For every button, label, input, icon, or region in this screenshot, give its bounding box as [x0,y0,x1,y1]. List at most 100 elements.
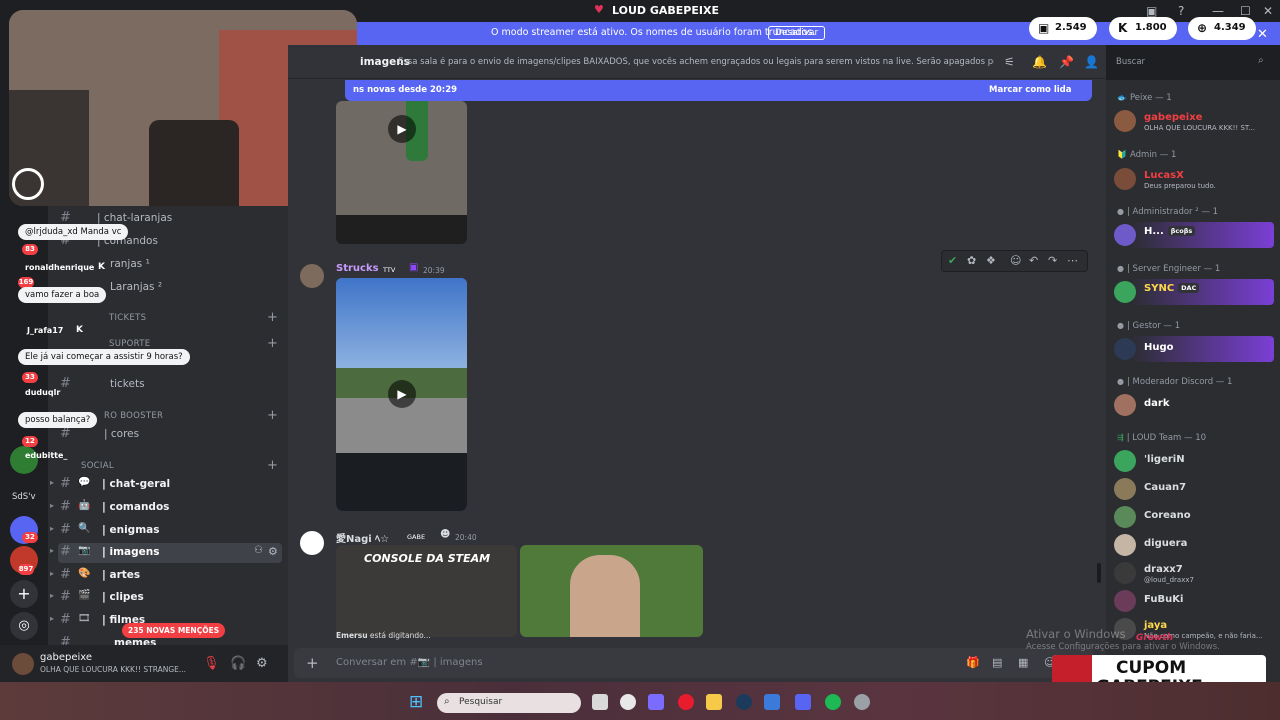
channel-topic[interactable]: Essa sala é para o envio de imagens/clip… [398,57,994,67]
headphones-icon[interactable]: 🎧 [230,656,246,671]
category-tickets[interactable]: TICKETS [109,313,146,323]
member-item[interactable]: draxx7 @loud_draxx7 [1114,560,1274,586]
avatar [1114,224,1136,246]
kick-icon: K [1118,21,1128,35]
task-view-icon[interactable] [592,694,608,710]
reaction-icon[interactable]: ❖ [986,254,996,267]
member-item[interactable]: dark [1114,392,1274,418]
new-mentions-badge[interactable]: 235 NOVAS MENÇÕES [122,623,226,638]
category-booster[interactable]: RO BOOSTER [104,411,163,421]
app-icon[interactable] [854,694,870,710]
channel-enigmas[interactable]: ▸ # 🔍 | enigmas [50,521,282,541]
stat-pill-2[interactable]: K 1.800 [1109,17,1177,40]
add-server-icon[interactable]: + [10,580,38,608]
scrollbar[interactable] [1097,563,1101,583]
store-icon[interactable] [764,694,780,710]
settings-gear-icon[interactable]: ⚙ [256,656,268,671]
promo-line-1: CUPOM [1116,658,1187,678]
member-item[interactable]: 'ligeriN [1114,448,1274,474]
sticker-icon[interactable]: ▦ [1018,656,1028,669]
stat-pill-3[interactable]: ⊕ 4.349 [1188,17,1256,40]
member-item[interactable]: H... βcoβs [1114,222,1274,248]
member-item[interactable]: Hugo [1114,336,1274,362]
add-reaction-icon[interactable]: ☺ [1010,254,1021,267]
channel-clipes[interactable]: ▸ # 🎬 | clipes [50,588,282,608]
minimize-icon[interactable]: — [1212,4,1224,18]
member-item[interactable]: Coreano [1114,504,1274,530]
video-attachment[interactable]: CONSOLE DA STEAM [336,545,517,637]
taskbar-search-input[interactable]: ⌕ Pesquisar [437,693,581,713]
add-member-icon[interactable]: ⚇ [254,545,263,556]
close-window-icon[interactable]: ✕ [1263,4,1273,18]
close-overlay-icon[interactable]: ✕ [1257,27,1268,42]
category-suporte[interactable]: SUPORTE [109,339,150,349]
add-channel-icon[interactable]: + [267,310,278,325]
member-item[interactable]: LucasX Deus preparou tudo. [1114,166,1274,192]
stat-pill-1[interactable]: ▣ 2.549 [1029,17,1097,40]
explore-icon[interactable]: ◎ [10,612,38,640]
channel-comandos[interactable]: ▸ # 🤖 | comandos [50,498,282,518]
unread-badge: 33 [22,372,38,383]
disable-streamer-button[interactable]: Desativar [768,26,826,40]
video-attachment[interactable]: ▶ [336,278,467,511]
spotify-icon[interactable] [825,694,841,710]
message-author[interactable]: Strucks [336,263,379,274]
windows-start-icon[interactable]: ⊞ [409,692,423,712]
member-item[interactable]: diguera [1114,532,1274,558]
mark-as-read-button[interactable]: Marcar como lida [989,85,1072,95]
file-explorer-icon[interactable] [706,694,722,710]
members-icon[interactable]: 👤 [1084,55,1099,69]
add-channel-icon[interactable]: + [267,336,278,351]
typing-user: Emersu [336,631,368,640]
member-item[interactable]: gabepeixe OLHA QUE LOUCURA KKK!! ST... [1114,108,1274,134]
member-item[interactable]: Cauan7 [1114,476,1274,502]
channel-chat-geral[interactable]: ▸ # 💬 | chat-geral [50,475,282,495]
avatar[interactable] [300,264,324,288]
app-root: LOUD GABEPEIXE ♥ ▣ ? — ☐ ✕ O modo stream… [0,0,1280,720]
bell-icon[interactable]: 🔔 [1032,55,1047,69]
video-attachment[interactable]: ▶ [336,101,467,244]
category-social[interactable]: SOCIAL [81,461,114,471]
channel-artes[interactable]: ▸ # 🎨 | artes [50,566,282,586]
avatar[interactable] [12,653,34,675]
help-icon[interactable]: ? [1178,4,1184,18]
role-icon: 🐟 [1117,93,1127,102]
discord-taskbar-icon[interactable] [795,694,811,710]
message-composer[interactable]: + Conversar em #📷 | imagens 🎁 ▤ ▦ ☺ [294,648,1094,678]
forward-icon[interactable]: ↷ [1048,254,1057,267]
maximize-icon[interactable]: ☐ [1240,4,1251,18]
message-author[interactable]: 愛Nagi ﾍ☆ [336,530,389,545]
reply-icon[interactable]: ↶ [1029,254,1038,267]
avatar[interactable] [300,531,324,555]
inbox-icon[interactable]: ▣ [1146,4,1157,18]
play-icon[interactable]: ▶ [388,115,416,143]
member-list: 🐟 Peixe — 1 gabepeixe OLHA QUE LOUCURA KKK… [1106,80,1280,682]
steam-icon[interactable] [736,694,752,710]
app-icon[interactable] [620,694,636,710]
opera-icon[interactable] [678,694,694,710]
channel-cores[interactable]: # | cores [58,425,282,445]
member-item[interactable]: SYNC DAC [1114,279,1274,305]
add-channel-icon[interactable]: + [267,408,278,423]
add-channel-icon[interactable]: + [267,458,278,473]
copilot-icon[interactable] [648,694,664,710]
more-options-icon[interactable]: ⋯ [1067,254,1078,267]
gif-icon[interactable]: ▤ [992,656,1002,669]
new-messages-bar[interactable]: ns novas desde 20:29 Marcar como lida [345,80,1092,101]
role-label: | Administrador ² — 1 [1126,207,1218,217]
video-attachment[interactable] [520,545,703,637]
hash-icon: # [60,376,71,391]
play-icon[interactable]: ▶ [388,380,416,408]
reaction-icon[interactable]: ✿ [967,254,976,267]
gift-icon[interactable]: 🎁 [966,656,980,669]
channel-tickets[interactable]: # tickets [58,375,282,395]
mic-muted-icon[interactable]: 🎙 [203,656,220,671]
member-item[interactable]: FuBuKi [1114,588,1274,614]
attach-plus-icon[interactable]: + [306,654,319,672]
search-input[interactable]: Buscar ⌕ [1110,53,1274,72]
settings-gear-icon[interactable]: ⚙ [268,545,278,558]
channel-imagens[interactable]: ▸ # 📷 | imagens ⚇ ⚙ [50,543,282,563]
threads-icon[interactable]: ⚟ [1004,55,1015,69]
check-reaction-icon[interactable]: ✔ [948,254,957,267]
pin-icon[interactable]: 📌 [1059,55,1074,69]
